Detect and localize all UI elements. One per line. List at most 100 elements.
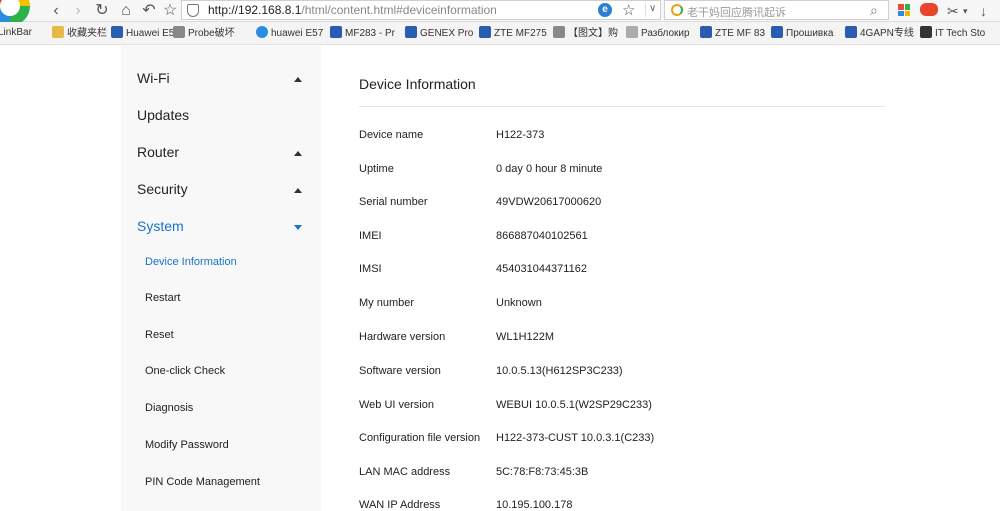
ie-mode-icon[interactable]: e — [598, 3, 612, 17]
page-icon — [845, 26, 857, 38]
folder-icon — [52, 26, 64, 38]
bookmark-item[interactable]: Разблокир — [626, 26, 690, 41]
bookmark-label: ZTE MF275 — [494, 28, 547, 39]
bookmark-item[interactable]: 收藏夹栏 — [52, 26, 107, 41]
page-icon — [920, 26, 932, 38]
submenu-device-information[interactable]: Device Information — [145, 256, 237, 268]
info-value: 5C:78:F8:73:45:3B — [496, 466, 589, 478]
info-label: My number — [359, 297, 415, 309]
info-label: WAN IP Address — [359, 499, 441, 511]
info-value: H122-373-CUST 10.0.3.1(C233) — [496, 432, 655, 444]
title-divider — [359, 106, 885, 107]
chevron-down-icon[interactable]: ∨ — [649, 3, 656, 14]
search-box[interactable]: 老干妈回应腾讯起诉 ⌕ — [664, 0, 889, 20]
undo-icon[interactable]: ↶ — [139, 1, 159, 21]
page-icon — [553, 26, 565, 38]
game-icon[interactable] — [920, 3, 938, 16]
scissors-icon[interactable]: ✂ — [947, 2, 959, 20]
refresh-icon[interactable]: ↻ — [92, 1, 112, 21]
info-label: Device name — [359, 129, 424, 141]
bookmark-item[interactable]: GENEX Pro — [405, 26, 473, 41]
info-label: Web UI version — [359, 399, 434, 411]
favorite-star-icon[interactable]: ☆ — [160, 1, 180, 21]
download-icon[interactable]: ↓ — [980, 2, 987, 20]
forward-icon[interactable]: › — [68, 1, 88, 21]
bookmark-label: 【图文】购 — [568, 28, 618, 39]
search-input[interactable]: 老干妈回应腾讯起诉 — [687, 4, 786, 20]
url-path: /html/content.html#deviceinformation — [301, 3, 497, 17]
bookmark-item[interactable]: Huawei E53 — [111, 26, 180, 41]
submenu-diagnosis[interactable]: Diagnosis — [145, 402, 193, 414]
bookmarks-bar: LinkBar 收藏夹栏 Huawei E53 Probe破坏 huawei E… — [0, 22, 1000, 45]
info-label: Configuration file version — [359, 432, 481, 444]
security-shield-icon — [187, 4, 199, 17]
info-value: H122-373 — [496, 129, 545, 141]
bookmark-item[interactable]: 4GAPN专线 — [845, 26, 914, 41]
submenu-reset[interactable]: Reset — [145, 329, 174, 341]
caret-up-icon[interactable] — [294, 188, 302, 193]
paw-icon — [256, 26, 268, 38]
bookmark-label: Huawei E53 — [126, 28, 180, 39]
info-value: 49VDW20617000620 — [496, 196, 602, 208]
page-title: Device Information — [359, 76, 476, 92]
info-value: 454031044371162 — [496, 263, 587, 275]
back-icon[interactable]: ‹ — [46, 1, 66, 21]
bookmark-label: ZTE MF 83 — [715, 28, 766, 39]
info-label: Hardware version — [359, 331, 446, 343]
info-value: 866887040102561 — [496, 230, 588, 242]
bookmark-item[interactable]: MF283 - Pr — [330, 26, 395, 41]
bookmark-item[interactable]: IT Tech Sto — [920, 26, 985, 41]
info-label: IMEI — [359, 230, 382, 242]
info-label: IMSI — [359, 263, 382, 275]
bookmark-label: LinkBar — [0, 27, 32, 38]
page-icon — [771, 26, 783, 38]
menu-item-updates[interactable]: Updates — [137, 107, 189, 123]
bookmark-item[interactable]: Прошивка — [771, 26, 833, 41]
info-value: 10.195.100.178 — [496, 499, 573, 511]
page-icon — [405, 26, 417, 38]
bookmark-item[interactable]: ZTE MF 83 — [700, 26, 765, 41]
info-label: Serial number — [359, 196, 428, 208]
caret-up-icon[interactable] — [294, 151, 302, 156]
chevron-down-icon[interactable]: ▾ — [963, 2, 968, 20]
apps-grid-icon[interactable] — [898, 4, 910, 16]
page-icon — [111, 26, 123, 38]
caret-up-icon[interactable] — [294, 77, 302, 82]
info-label: Software version — [359, 365, 441, 377]
page-icon — [626, 26, 638, 38]
bookmark-item[interactable]: 【图文】购 — [553, 26, 618, 41]
info-value: 0 day 0 hour 8 minute — [496, 163, 603, 175]
caret-down-icon[interactable] — [294, 225, 302, 230]
info-label: Uptime — [359, 163, 394, 175]
search-icon[interactable]: ⌕ — [870, 2, 878, 19]
bookmark-item[interactable]: LinkBar — [0, 26, 32, 40]
page-icon — [173, 26, 185, 38]
menu-item-system[interactable]: System — [137, 218, 184, 234]
url-host: http://192.168.8.1 — [208, 3, 302, 17]
bookmark-item[interactable]: Probe破坏 — [173, 26, 235, 41]
submenu-restart[interactable]: Restart — [145, 292, 180, 304]
address-url[interactable]: http://192.168.8.1/html/content.html#dev… — [208, 3, 497, 17]
zte-icon — [330, 26, 342, 38]
address-bar[interactable]: http://192.168.8.1/html/content.html#dev… — [181, 0, 661, 20]
info-value: WEBUI 10.0.5.1(W2SP29C233) — [496, 399, 652, 411]
bookmark-label: Разблокир — [641, 28, 690, 39]
home-icon[interactable]: ⌂ — [116, 1, 136, 21]
bookmark-item[interactable]: huawei E57 — [256, 26, 323, 41]
zte-icon — [700, 26, 712, 38]
menu-item-router[interactable]: Router — [137, 144, 179, 160]
submenu-pin-code-management[interactable]: PIN Code Management — [145, 476, 260, 488]
submenu-modify-password[interactable]: Modify Password — [145, 439, 229, 451]
bookmark-star-icon[interactable]: ☆ — [622, 1, 635, 19]
bookmark-label: MF283 - Pr — [345, 28, 396, 39]
bookmark-label: GENEX Pro — [420, 28, 474, 39]
menu-item-security[interactable]: Security — [137, 181, 188, 197]
address-separator — [645, 3, 646, 17]
info-label: LAN MAC address — [359, 466, 451, 478]
submenu-one-click-check[interactable]: One-click Check — [145, 365, 225, 377]
bell-icon — [479, 26, 491, 38]
menu-item-wifi[interactable]: Wi-Fi — [137, 70, 170, 86]
bookmark-label: 4GAPN专线 — [860, 28, 914, 39]
bookmark-label: 收藏夹栏 — [67, 28, 107, 39]
bookmark-item[interactable]: ZTE MF275 — [479, 26, 547, 41]
